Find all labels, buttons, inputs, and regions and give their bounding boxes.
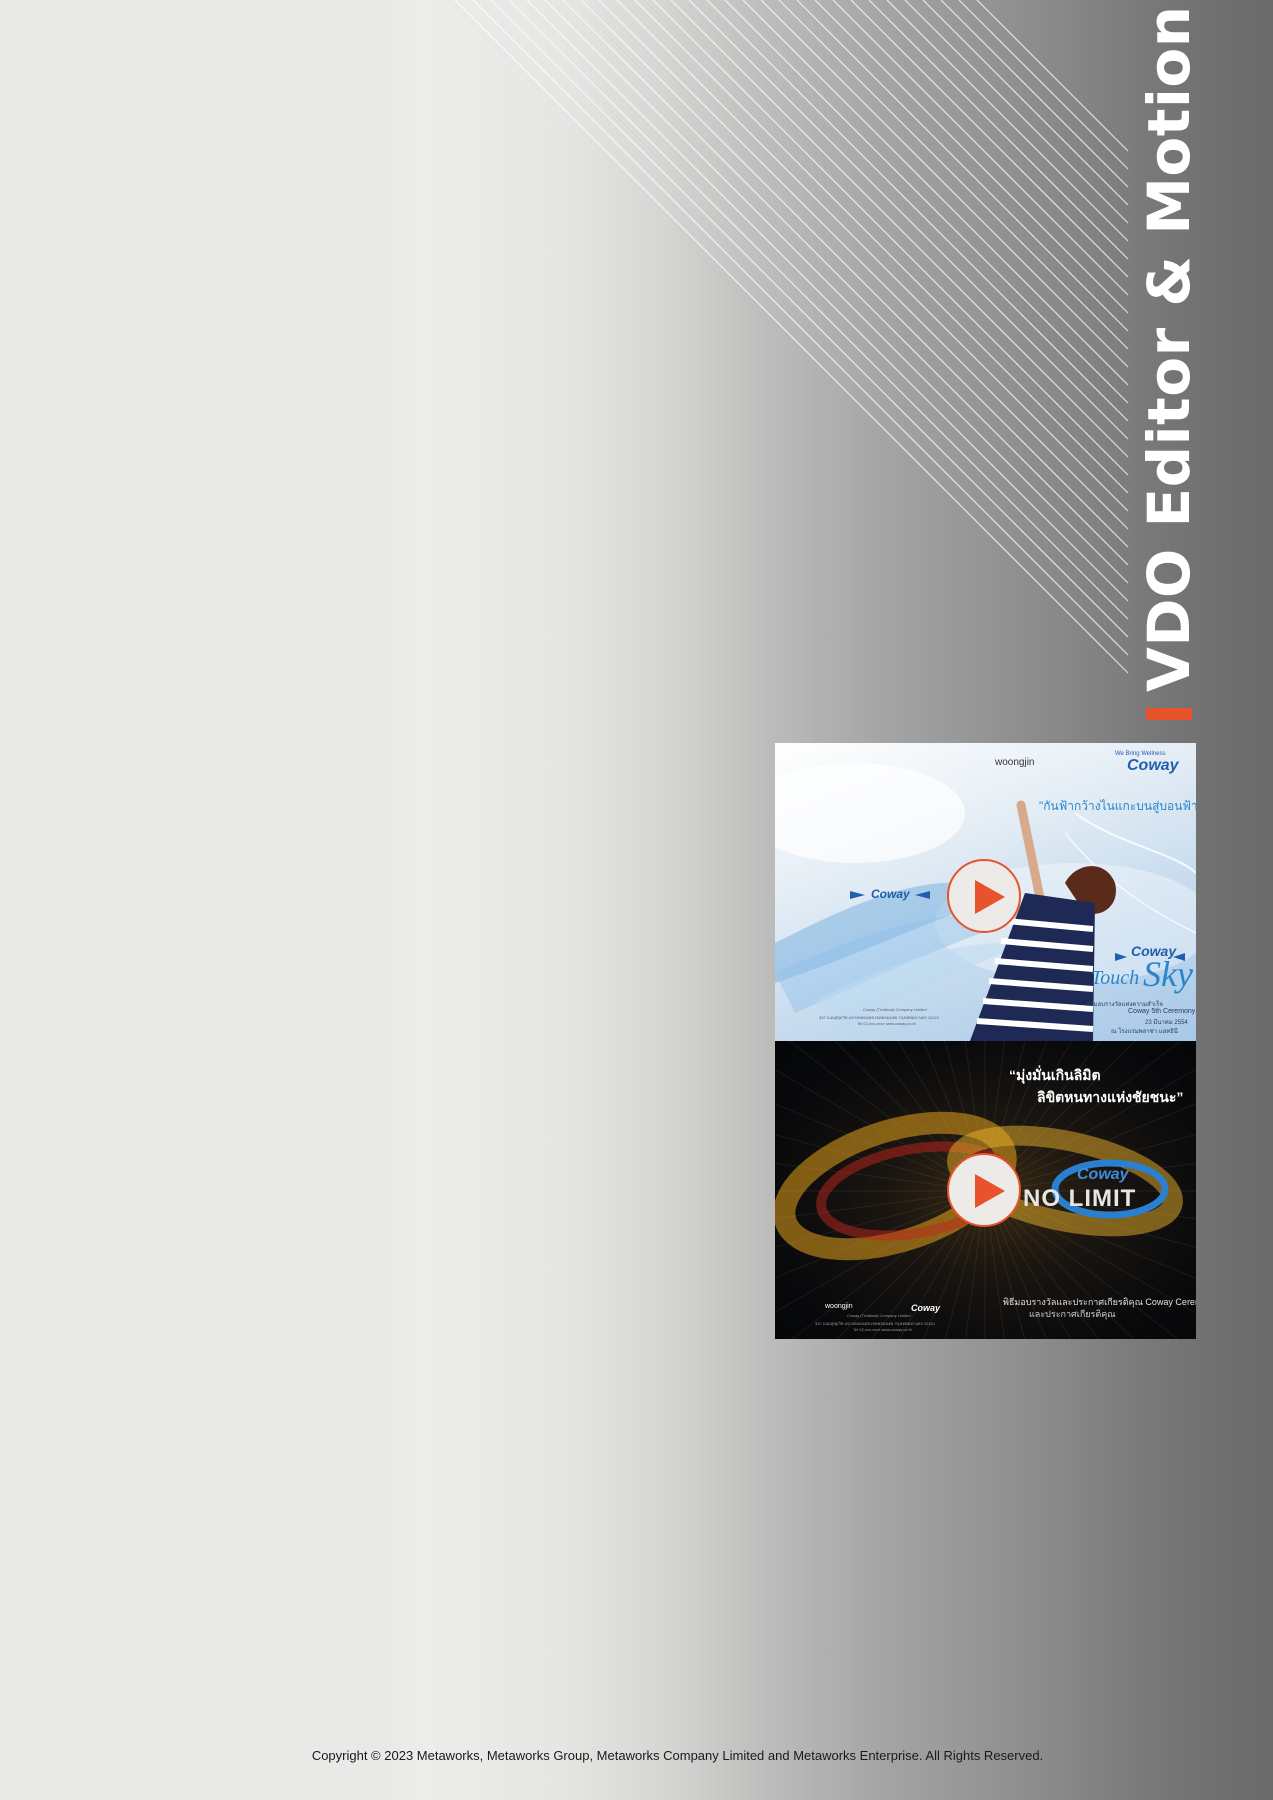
diagonal-stripe <box>958 0 1129 170</box>
title-accent-bar <box>1146 708 1192 720</box>
diagonal-stripe <box>580 0 1129 548</box>
fine-print: Tel 02-xxx-xxxx www.coway.co.th <box>857 1021 916 1026</box>
fine-print: 337 ถนนสุขุมวิท แขวงคลองเตย เขตคลองเตย ก… <box>815 1321 935 1326</box>
diagonal-stripe <box>616 0 1129 512</box>
event-line-2: และประกาศเกียรติคุณ <box>1029 1309 1116 1319</box>
partner-logo-small: woongjin <box>825 1303 853 1310</box>
brand-logo-small: Coway <box>911 1303 941 1313</box>
diagonal-stripe <box>778 0 1129 350</box>
diagonal-stripe <box>652 0 1129 476</box>
diagonal-stripe <box>742 0 1129 386</box>
diagonal-stripe <box>598 0 1129 530</box>
footer-copyright: Copyright © 2023 Metaworks, Metaworks Gr… <box>311 1748 1044 1763</box>
event-detail: ณ โรงแรมพลาซ่า แอทธินี <box>1111 1029 1178 1035</box>
diagonal-stripe <box>472 0 1129 656</box>
section-title-text: VDO Editor & Motion <box>1135 5 1203 693</box>
diagonal-stripe <box>688 0 1129 440</box>
diagonal-stripe <box>526 0 1129 602</box>
video-thumbnail-touch-sky[interactable]: woongjin We Bring Wellness Coway "กันฟ้า… <box>775 743 1196 1041</box>
diagonal-stripe <box>706 0 1129 422</box>
diagonal-stripe <box>670 0 1129 458</box>
brand-logo: Coway <box>1127 757 1179 774</box>
event-detail: Coway 5th Ceremony <box>1128 1008 1196 1015</box>
headline-line-1: “มุ่งมั่นเกินลิมิต <box>1009 1067 1101 1083</box>
wing-logo: Coway <box>871 887 910 901</box>
diagonal-stripe <box>868 0 1129 260</box>
play-button[interactable] <box>947 859 1021 933</box>
fine-print: Coway (Thailand) Company Limited <box>847 1313 911 1318</box>
headline-line-2: ลิขิตหนทางแห่งชัยชนะ” <box>1037 1089 1184 1105</box>
section-title: VDO Editor & Motion <box>1135 5 1203 720</box>
headline-text: "กันฟ้ากว้างไนแกะบนสู่บอนฟ้า" <box>1039 799 1196 813</box>
portfolio-page: VDO Editor & Motion woongjin We Bring We… <box>0 0 1273 1800</box>
partner-logo: woongjin <box>995 757 1035 768</box>
diagonal-stripe <box>760 0 1129 368</box>
diagonal-stripe <box>976 0 1129 152</box>
diagonal-stripe <box>724 0 1129 404</box>
diagonal-stripe <box>544 0 1129 584</box>
fine-print: Tel 02-xxx-xxxx www.coway.co.th <box>853 1327 912 1332</box>
diagonal-stripe <box>832 0 1129 296</box>
fine-print: 337 ถนนสุขุมวิท แขวงคลองเตย เขตคลองเตย ก… <box>819 1015 939 1020</box>
play-icon <box>975 1174 1005 1208</box>
diagonal-stripe <box>886 0 1129 242</box>
video-thumbnail-no-limit[interactable]: “มุ่งมั่นเกินลิมิต ลิขิตหนทางแห่งชัยชนะ”… <box>775 1041 1196 1339</box>
play-button[interactable] <box>947 1153 1021 1227</box>
title-script-touch: Touch <box>1091 967 1140 989</box>
play-icon <box>975 880 1005 914</box>
diagonal-stripe <box>454 0 1129 674</box>
diagonal-stripe <box>940 0 1129 188</box>
no-limit-logo: NO LIMIT <box>1023 1185 1137 1212</box>
diagonal-stripe <box>562 0 1129 566</box>
diagonal-stripe <box>904 0 1129 224</box>
diagonal-stripe <box>508 0 1129 620</box>
diagonal-stripe <box>490 0 1129 638</box>
diagonal-stripe <box>796 0 1129 332</box>
title-script-sky: Sky <box>1143 954 1193 994</box>
brand-logo: Coway <box>1077 1166 1129 1183</box>
diagonal-stripe <box>634 0 1129 494</box>
fine-print: Coway (Thailand) Company Limited <box>863 1007 927 1012</box>
diagonal-stripe <box>850 0 1129 278</box>
diagonal-stripe <box>814 0 1129 314</box>
diagonal-stripe <box>922 0 1129 206</box>
